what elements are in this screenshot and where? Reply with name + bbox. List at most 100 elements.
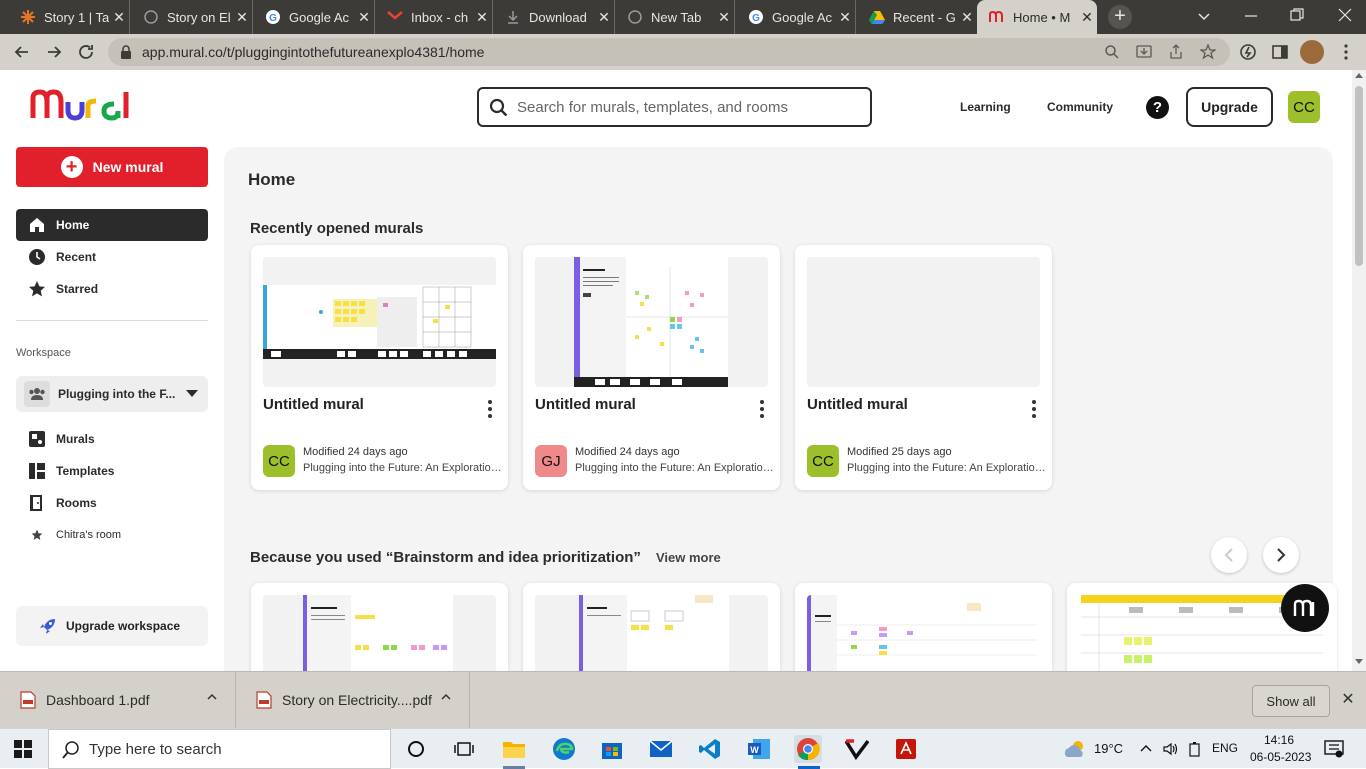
close-tab-icon[interactable]: ✕	[957, 9, 977, 26]
close-tab-icon[interactable]: ✕	[232, 9, 252, 26]
close-tab-icon[interactable]: ✕	[714, 9, 734, 26]
bookmark-star-icon[interactable]	[1200, 44, 1216, 60]
browser-tab[interactable]: Download ✕	[493, 0, 615, 34]
close-download-bar-icon[interactable]: ✕	[1340, 692, 1356, 708]
sidebar-item-home[interactable]: Home	[16, 209, 208, 241]
restore-icon[interactable]	[1290, 8, 1304, 22]
back-icon[interactable]	[12, 42, 32, 62]
close-tab-icon[interactable]: ✕	[594, 9, 614, 26]
close-tab-icon[interactable]: ✕	[472, 9, 492, 26]
vscode-icon[interactable]	[696, 735, 724, 763]
chrome-icon[interactable]	[794, 735, 822, 763]
edge-icon[interactable]	[550, 735, 578, 763]
chrome-menu-icon[interactable]	[1336, 42, 1356, 62]
template-card[interactable]	[523, 583, 780, 671]
workspace-selector[interactable]: Plugging into the F...	[16, 376, 208, 412]
vectorworks-icon[interactable]	[843, 735, 871, 763]
forward-icon[interactable]	[44, 42, 64, 62]
more-options-icon[interactable]	[488, 400, 492, 418]
volume-icon[interactable]	[1162, 741, 1178, 757]
scroll-up-icon[interactable]	[1355, 73, 1363, 78]
scrollbar-thumb[interactable]	[1355, 86, 1363, 266]
browser-tab[interactable]: G Google Ac ✕	[253, 0, 375, 34]
browser-tab[interactable]: Story 1 | Ta ✕	[8, 0, 130, 34]
browser-tab[interactable]: Inbox - ch ✕	[375, 0, 493, 34]
file-explorer-icon[interactable]	[500, 735, 528, 763]
chevron-up-icon[interactable]	[441, 692, 451, 702]
address-bar[interactable]: app.mural.co/t/pluggingintothefutureanex…	[108, 38, 1230, 66]
mural-title[interactable]: Untitled mural	[263, 396, 364, 413]
more-options-icon[interactable]	[1032, 400, 1036, 418]
side-panel-icon[interactable]	[1270, 42, 1290, 62]
new-tab-button[interactable]: +	[1108, 5, 1132, 29]
battery-icon[interactable]	[1188, 741, 1202, 757]
extensions-icon[interactable]	[1238, 42, 1258, 62]
cortana-icon[interactable]	[402, 735, 430, 763]
clock-date[interactable]: 06-05-2023	[1250, 750, 1311, 764]
show-all-downloads-button[interactable]: Show all	[1252, 685, 1330, 717]
mural-assistant-button[interactable]	[1281, 584, 1329, 632]
chevron-up-icon[interactable]	[207, 692, 217, 702]
sidebar-item-starred[interactable]: Starred	[16, 273, 208, 305]
mail-icon[interactable]	[647, 735, 675, 763]
minimize-icon[interactable]	[1244, 8, 1258, 24]
install-icon[interactable]	[1136, 44, 1152, 60]
sidebar-item-recent[interactable]: Recent	[16, 241, 208, 273]
profile-avatar-icon[interactable]	[1300, 40, 1324, 64]
upgrade-button[interactable]: Upgrade	[1186, 87, 1273, 127]
windows-start-icon[interactable]	[14, 740, 32, 758]
user-avatar[interactable]: CC	[1288, 91, 1320, 123]
share-icon[interactable]	[1168, 44, 1184, 60]
mural-card[interactable]: Untitled mural CC Modified 24 days ago P…	[251, 245, 508, 490]
more-options-icon[interactable]	[760, 400, 764, 418]
notifications-icon[interactable]	[1324, 740, 1344, 758]
browser-tab[interactable]: G Google Ac ✕	[736, 0, 856, 34]
upgrade-workspace-button[interactable]: Upgrade workspace	[16, 606, 208, 646]
mural-title[interactable]: Untitled mural	[535, 396, 636, 413]
weather-cloud-icon[interactable]	[1062, 739, 1088, 759]
close-tab-icon[interactable]: ✕	[354, 9, 374, 26]
reload-icon[interactable]	[76, 42, 96, 62]
search-input[interactable]: Search for murals, templates, and rooms	[477, 87, 872, 127]
sidebar-item-murals[interactable]: Murals	[16, 423, 208, 455]
word-icon[interactable]: W	[745, 735, 773, 763]
close-window-icon[interactable]	[1338, 8, 1352, 22]
page-scrollbar[interactable]	[1352, 70, 1366, 671]
template-card[interactable]	[251, 583, 508, 671]
help-icon[interactable]: ?	[1146, 96, 1169, 119]
community-link[interactable]: Community	[1047, 100, 1113, 114]
clock-time[interactable]: 14:16	[1264, 733, 1294, 747]
browser-tab-active[interactable]: Home • M ✕	[977, 0, 1097, 34]
chevron-up-icon[interactable]	[1140, 743, 1152, 753]
taskbar-search-input[interactable]: Type here to search	[48, 729, 391, 769]
tab-search-icon[interactable]	[1196, 8, 1212, 24]
microsoft-store-icon[interactable]	[598, 735, 626, 763]
close-tab-icon[interactable]: ✕	[1077, 9, 1097, 26]
mural-card[interactable]: Untitled mural CC Modified 25 days ago P…	[795, 245, 1052, 490]
scroll-down-icon[interactable]	[1355, 659, 1363, 664]
language-indicator[interactable]: ENG	[1212, 741, 1238, 755]
browser-tab[interactable]: Recent - G ✕	[857, 0, 977, 34]
mural-logo[interactable]	[30, 88, 132, 122]
browser-tab[interactable]: Story on El ✕	[131, 0, 253, 34]
search-icon[interactable]	[1104, 44, 1120, 60]
sidebar-item-rooms[interactable]: Rooms	[16, 487, 208, 519]
acrobat-icon[interactable]	[892, 735, 920, 763]
close-tab-icon[interactable]: ✕	[835, 9, 855, 26]
template-card[interactable]	[795, 583, 1052, 671]
task-view-icon[interactable]	[450, 735, 478, 763]
carousel-prev-button[interactable]	[1211, 537, 1247, 573]
new-mural-button[interactable]: + New mural	[16, 147, 208, 187]
mural-card[interactable]: Untitled mural GJ Modified 24 days ago P…	[523, 245, 780, 490]
mural-title[interactable]: Untitled mural	[807, 396, 908, 413]
close-tab-icon[interactable]: ✕	[109, 9, 129, 26]
download-item[interactable]: Dashboard 1.pdf	[0, 672, 236, 728]
sidebar-item-room[interactable]: Chitra's room	[16, 519, 208, 551]
carousel-next-button[interactable]	[1263, 537, 1299, 573]
view-more-link[interactable]: View more	[656, 550, 721, 565]
browser-tab[interactable]: New Tab ✕	[615, 0, 735, 34]
download-item[interactable]: Story on Electricity....pdf	[236, 672, 470, 728]
learning-link[interactable]: Learning	[960, 100, 1011, 114]
sidebar-item-templates[interactable]: Templates	[16, 455, 208, 487]
weather-temperature[interactable]: 19°C	[1094, 741, 1123, 756]
